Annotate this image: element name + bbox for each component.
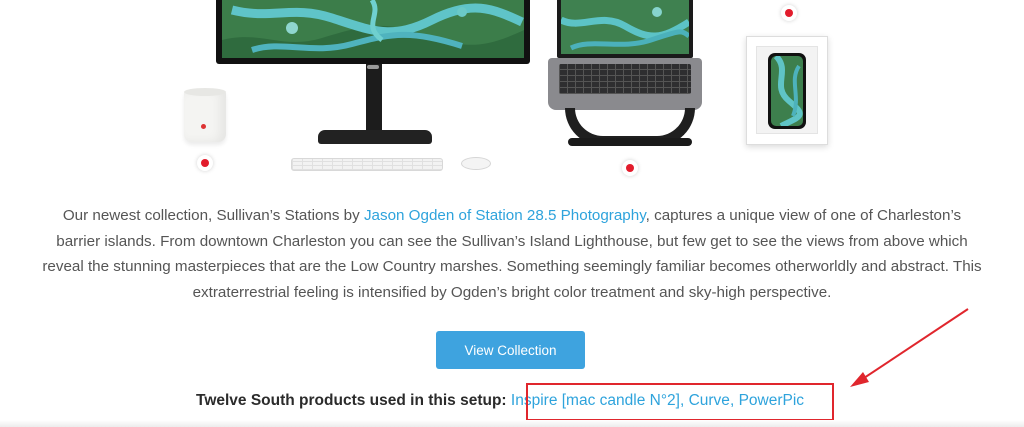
section-divider-shadow bbox=[0, 420, 1024, 427]
annotation-arrow bbox=[850, 308, 969, 387]
